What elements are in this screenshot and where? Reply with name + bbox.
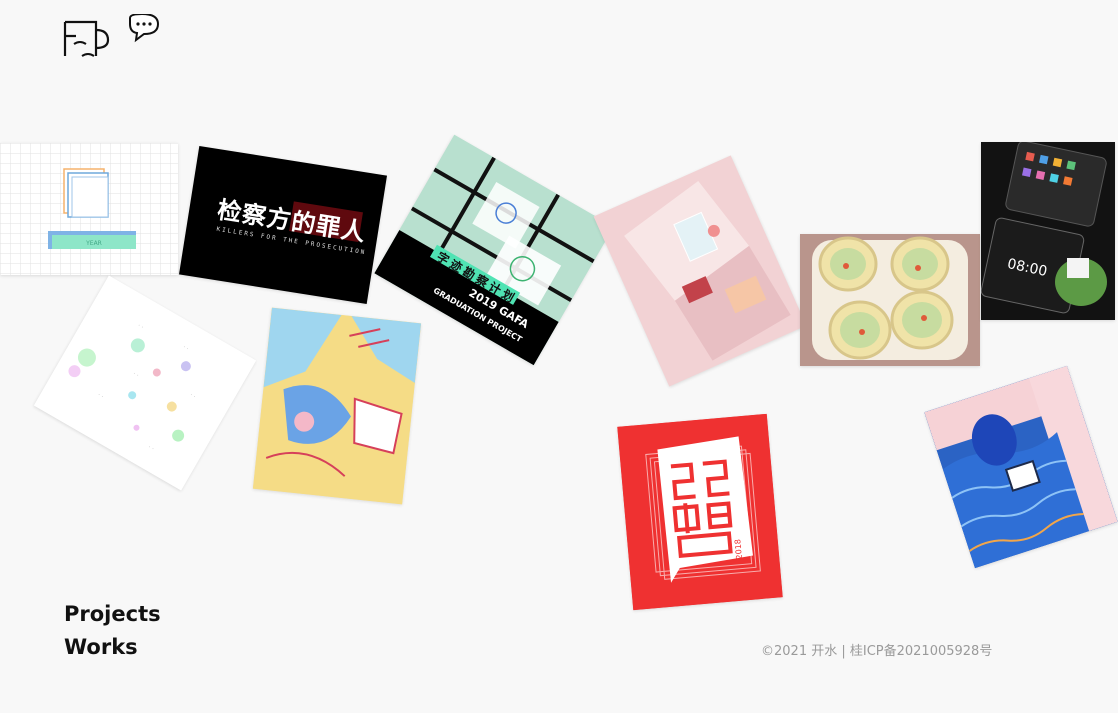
kaishui-mug-logo-icon [63,12,160,57]
colorful-illustration [252,307,422,505]
nav-projects-link[interactable]: Projects [64,598,161,631]
gallery-card-phone-mockup[interactable]: 08:00 [981,142,1115,320]
gallery-card-prosecutor-poster[interactable]: 检察方的罪人 KILLERS FOR THE PROSECUTION [179,145,387,305]
footer-copyright: ©2021 开水 | 桂ICP备2021005928号 [761,644,993,659]
gallery-card-pastel-dots[interactable]: · · · · · · · · · · · · [33,275,257,491]
gallery-card-ocean[interactable] [924,365,1118,569]
grid-folder-illustration: YEAR [0,143,178,275]
toast-illustration [800,234,980,366]
isometric-room-illustration [593,155,807,387]
pastel-dots-illustration: · ·· · · ·· · · ·· · [33,275,257,491]
site-logo[interactable] [62,12,162,60]
gallery-card-grid-folder[interactable]: YEAR [0,143,178,275]
ocean-illustration [924,365,1118,569]
gallery-card-colorful-illustration[interactable] [252,307,422,505]
typography-year: 2018 [733,538,744,560]
phone-mockup-illustration [981,142,1115,320]
red-typography-artwork [617,413,783,611]
gallery-card-red-typography[interactable]: 2018 [617,413,783,611]
main-nav: Projects Works [64,598,161,664]
svg-text:YEAR: YEAR [85,240,102,247]
gallery-card-isometric-room[interactable] [593,155,807,387]
gallery-card-toast[interactable] [800,234,980,366]
nav-works-link[interactable]: Works [64,631,161,664]
